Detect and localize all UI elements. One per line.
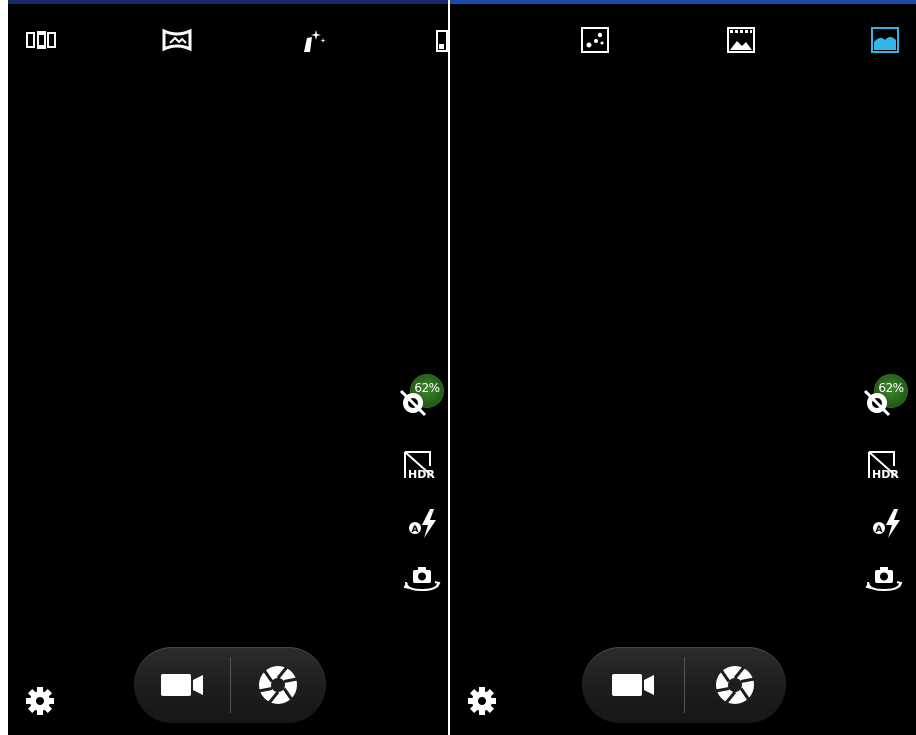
camera-screen-left: 62% HDR A: [8, 0, 448, 735]
gear-icon: [468, 687, 496, 715]
hdr-toggle[interactable]: HDR: [402, 448, 442, 484]
timer-off-icon[interactable]: [398, 388, 428, 418]
battery-indicator: 62%: [862, 374, 908, 418]
svg-text:A: A: [412, 525, 419, 535]
night-scene-icon[interactable]: [580, 26, 610, 54]
camera-screen-right: 62% HDR A: [450, 0, 916, 735]
svg-text:A: A: [876, 525, 883, 535]
switch-camera-button[interactable]: [864, 562, 904, 598]
switch-camera-button[interactable]: [402, 562, 442, 598]
flash-auto-icon: A: [409, 509, 436, 538]
panorama-icon[interactable]: [162, 26, 192, 54]
video-camera-icon: [161, 674, 203, 696]
video-record-button[interactable]: [134, 647, 230, 723]
switch-camera-icon: [403, 567, 441, 592]
status-strip: [450, 0, 916, 4]
hdr-icon: HDR: [404, 451, 435, 481]
hdr-toggle[interactable]: HDR: [866, 448, 906, 484]
photo-shutter-button[interactable]: [684, 647, 786, 723]
capture-bar: [582, 647, 786, 723]
svg-text:HDR: HDR: [872, 468, 899, 481]
aperture-icon: [715, 666, 755, 704]
timer-off-icon[interactable]: [862, 388, 892, 418]
settings-button[interactable]: [466, 685, 498, 717]
battery-indicator: 62%: [398, 374, 444, 418]
video-record-button[interactable]: [582, 647, 684, 723]
beautify-wand-icon[interactable]: [298, 26, 328, 54]
flash-auto-toggle[interactable]: A: [406, 506, 446, 542]
aperture-icon: [258, 666, 298, 704]
switch-camera-icon: [865, 567, 903, 592]
smart-scene-icon[interactable]: [434, 26, 448, 54]
settings-button[interactable]: [24, 685, 56, 717]
capture-bar: [134, 647, 326, 723]
flash-auto-icon: A: [873, 509, 900, 538]
film-scene-icon[interactable]: [726, 26, 756, 54]
video-camera-icon: [612, 674, 654, 696]
flash-auto-toggle[interactable]: A: [870, 506, 910, 542]
svg-text:HDR: HDR: [408, 468, 435, 481]
gear-icon: [26, 687, 54, 715]
status-strip: [8, 0, 448, 4]
landscape-scene-icon[interactable]: [870, 26, 900, 54]
photo-shutter-button[interactable]: [230, 647, 326, 723]
burst-shot-icon[interactable]: [26, 26, 56, 54]
hdr-icon: HDR: [868, 451, 899, 481]
